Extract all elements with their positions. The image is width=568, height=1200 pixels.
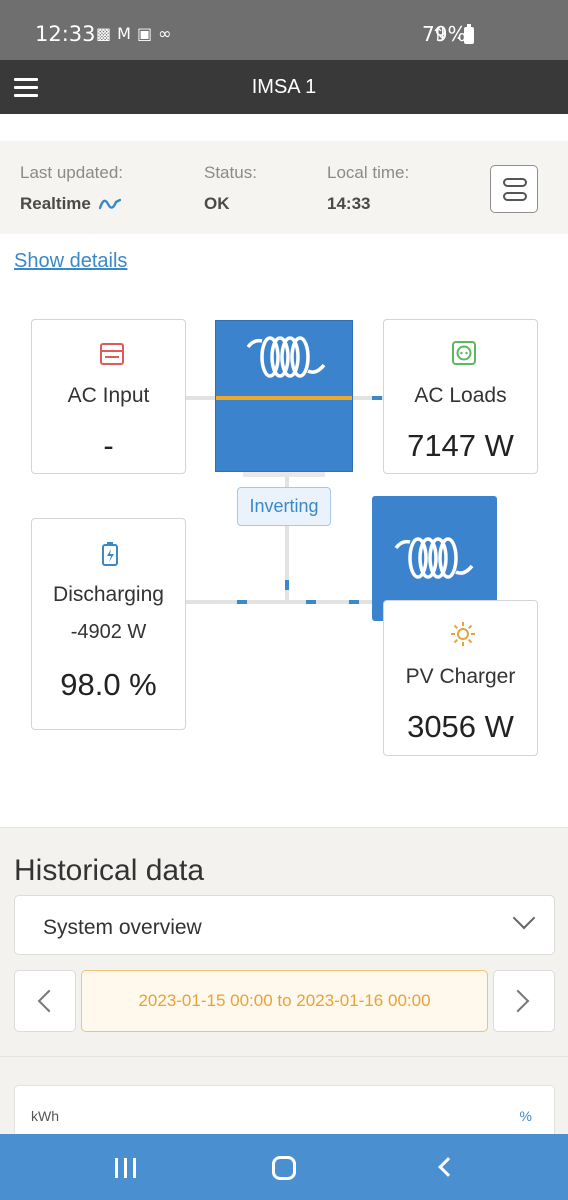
status: Status: OK — [204, 163, 257, 214]
next-period-button[interactable] — [493, 970, 555, 1032]
ac-loads-card[interactable]: AC Loads 7147 W — [383, 319, 538, 474]
local-time-value: 14:33 — [327, 194, 371, 213]
flow-dash — [237, 600, 247, 604]
chat-icon: ▩ — [96, 24, 118, 43]
ac-input-icon — [100, 343, 124, 365]
pv-charger-value: 3056 W — [407, 709, 514, 744]
status-value: OK — [204, 194, 230, 213]
page-title: IMSA 1 — [251, 76, 317, 98]
system-nav-bar — [0, 1134, 568, 1200]
battery-power: -4902 W — [70, 621, 147, 643]
show-details-link[interactable]: Show details — [14, 250, 127, 273]
battery-icon — [464, 24, 474, 44]
ac-input-title: AC Input — [67, 384, 150, 407]
inverter-state-badge: Inverting — [237, 487, 331, 526]
inverter-block[interactable] — [215, 320, 353, 472]
battery-percent: 79% — [422, 22, 467, 46]
flow-dash — [349, 600, 359, 604]
sun-icon — [451, 622, 475, 646]
inverter-status-band — [216, 396, 352, 400]
app-bar: IMSA 1 — [0, 60, 568, 114]
pv-charger-card[interactable]: PV Charger 3056 W — [383, 600, 538, 756]
recent-apps-icon[interactable] — [115, 1158, 137, 1178]
chart-unit-left: kWh — [31, 1108, 59, 1124]
toggle-icon — [503, 178, 527, 187]
battery-charging-icon — [102, 542, 118, 566]
voicemail-icon: ∞ — [158, 24, 178, 43]
pv-charger-title: PV Charger — [405, 665, 516, 688]
status-label: Status: — [204, 163, 257, 182]
last-updated-label: Last updated: — [20, 163, 124, 182]
gallery-icon: ▣ — [136, 24, 159, 43]
last-updated-value: Realtime — [20, 194, 91, 213]
status-time: 12:33 — [35, 22, 96, 46]
ac-input-card[interactable]: AC Input - — [31, 319, 186, 474]
battery-card[interactable]: Discharging -4902 W 98.0 % — [31, 518, 186, 730]
historical-title: Historical data — [14, 854, 205, 887]
local-time: Local time: 14:33 — [327, 163, 409, 214]
realtime-wave-icon — [98, 198, 121, 210]
battery-soc: 98.0 % — [60, 667, 157, 702]
connector-dc-bus — [285, 526, 289, 602]
connector-ac-input — [185, 396, 217, 400]
screen: 12:33 ▩M▣∞ ⇅ .ıl 79% IMSA 1 Last updated… — [0, 0, 568, 1200]
chevron-right-icon — [506, 989, 530, 1013]
view-select-value: System overview — [43, 916, 202, 939]
chevron-left-icon — [37, 989, 61, 1013]
gmail-icon: M — [117, 24, 137, 43]
ac-loads-title: AC Loads — [414, 384, 507, 407]
info-strip: Last updated: Realtime Status: OK Local … — [0, 141, 568, 234]
toggle-view-button[interactable] — [490, 165, 538, 213]
victron-logo-icon — [246, 336, 326, 378]
connector-inverter-down — [285, 477, 289, 487]
flow-dash — [285, 580, 289, 590]
inverter-base — [243, 472, 325, 477]
local-time-label: Local time: — [327, 163, 410, 182]
flow-dash — [306, 600, 316, 604]
ac-input-value: - — [103, 428, 114, 463]
status-bar: 12:33 ▩M▣∞ ⇅ .ıl 79% — [0, 0, 568, 60]
date-range-picker[interactable]: 2023-01-15 00:00 to 2023-01-16 00:00 — [81, 970, 488, 1032]
divider — [0, 1056, 568, 1057]
connector-battery-pv — [185, 600, 375, 604]
ac-loads-value: 7147 W — [407, 428, 514, 463]
back-icon[interactable] — [438, 1157, 458, 1177]
previous-period-button[interactable] — [14, 970, 76, 1032]
last-updated: Last updated: Realtime — [20, 163, 123, 214]
socket-icon — [452, 341, 476, 365]
battery-state-title: Discharging — [53, 583, 164, 606]
view-select[interactable]: System overview — [14, 895, 555, 955]
chart-unit-right: % — [519, 1108, 532, 1124]
chevron-down-icon — [512, 906, 536, 930]
notification-icons: ▩M▣∞ — [96, 24, 177, 43]
home-icon[interactable] — [272, 1156, 296, 1180]
victron-logo-icon — [394, 537, 474, 579]
flow-dash — [372, 396, 382, 400]
